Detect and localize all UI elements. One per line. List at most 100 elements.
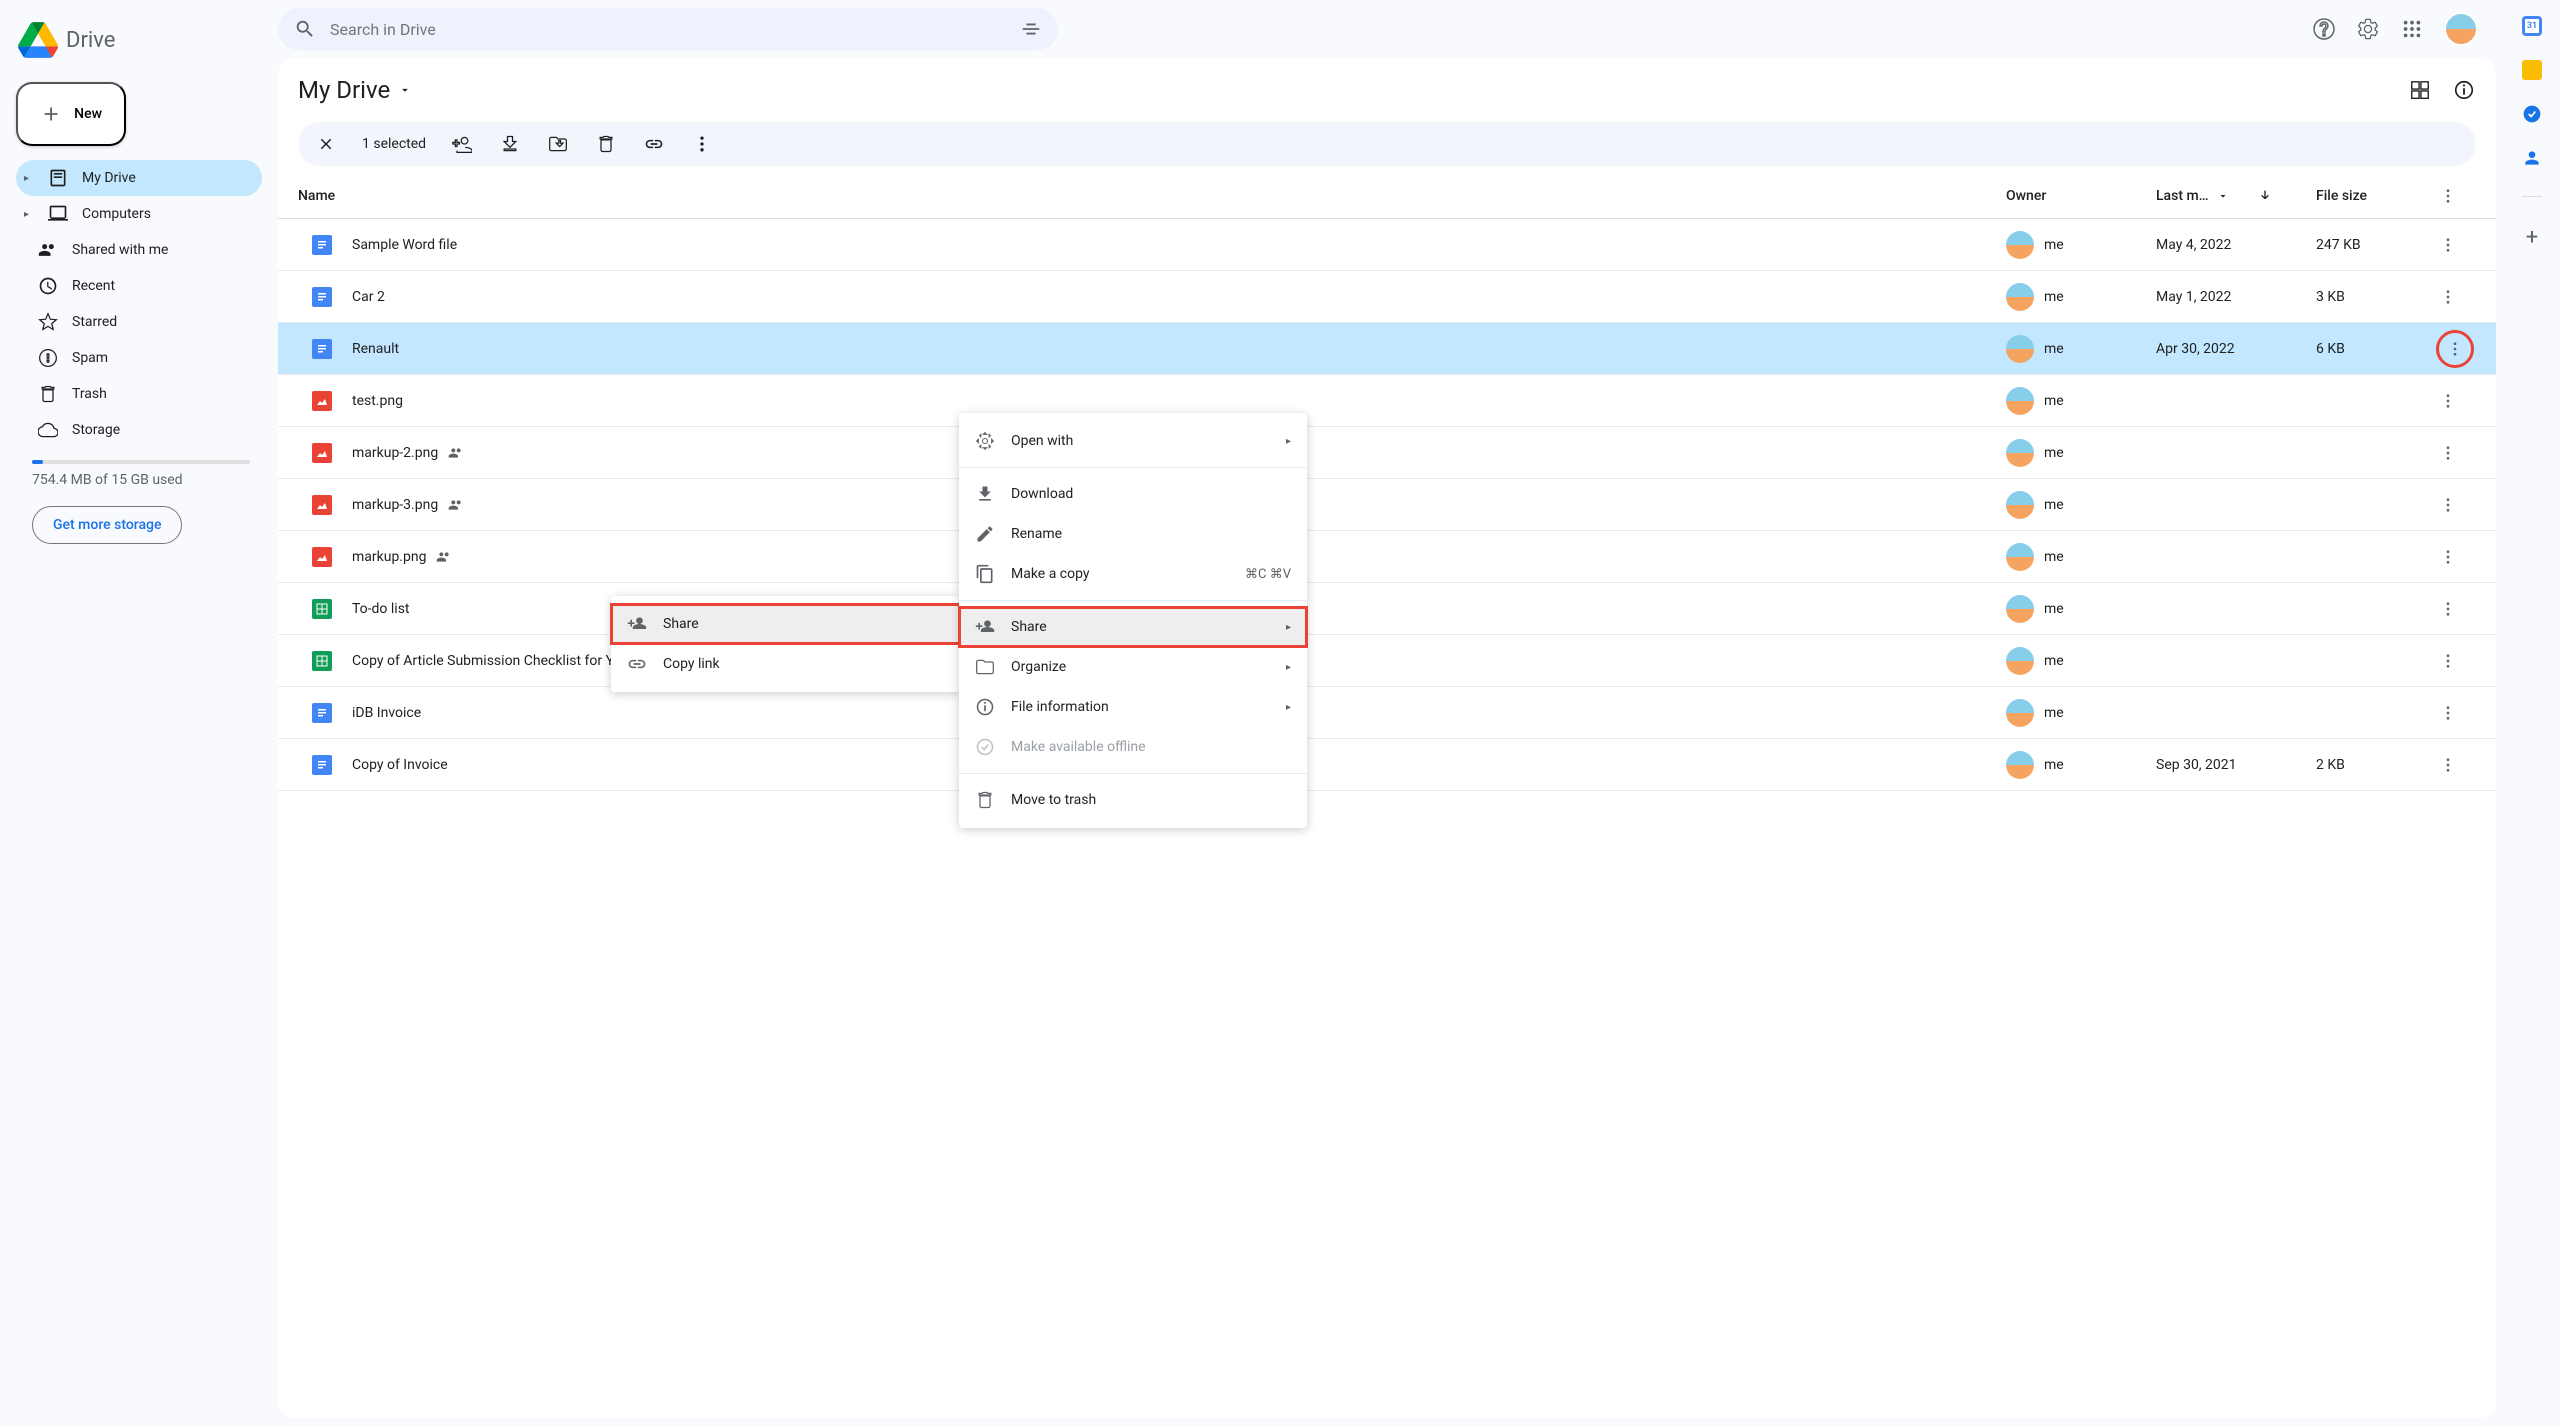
keep-app-icon[interactable] bbox=[2522, 60, 2542, 80]
file-row[interactable]: test.pngme bbox=[278, 375, 2496, 427]
submenu-copy-link[interactable]: Copy link bbox=[611, 644, 961, 684]
file-modified: Apr 30, 2022 bbox=[2156, 341, 2316, 357]
more-actions-icon[interactable] bbox=[690, 132, 714, 156]
calendar-app-icon[interactable]: 31 bbox=[2522, 16, 2542, 36]
file-more-icon[interactable] bbox=[2436, 330, 2474, 368]
file-row[interactable]: markup-3.pngme bbox=[278, 479, 2496, 531]
file-row[interactable]: Car 2meMay 1, 20223 KB bbox=[278, 271, 2496, 323]
info-icon bbox=[975, 697, 995, 717]
link-icon bbox=[627, 654, 647, 674]
file-name: iDB Invoice bbox=[352, 705, 421, 721]
owner-avatar bbox=[2006, 439, 2034, 467]
file-more-icon[interactable] bbox=[2436, 493, 2460, 517]
nav-storage[interactable]: Storage bbox=[16, 412, 262, 448]
menu-share[interactable]: Share ▸ bbox=[959, 607, 1307, 647]
my-drive-icon bbox=[48, 168, 68, 188]
delete-action-icon[interactable] bbox=[594, 132, 618, 156]
menu-offline: Make available offline bbox=[959, 727, 1307, 767]
apps-grid-icon[interactable] bbox=[2400, 17, 2424, 41]
tasks-app-icon[interactable] bbox=[2522, 104, 2542, 124]
menu-move-to-trash[interactable]: Move to trash bbox=[959, 780, 1307, 820]
drive-logo[interactable]: Drive bbox=[0, 8, 278, 72]
search-bar[interactable] bbox=[278, 8, 1058, 50]
file-more-icon[interactable] bbox=[2436, 701, 2460, 725]
nav-spam[interactable]: Spam bbox=[16, 340, 262, 376]
selection-count: 1 selected bbox=[362, 136, 426, 152]
owner-label: me bbox=[2044, 601, 2064, 617]
nav-computers[interactable]: ▸ Computers bbox=[16, 196, 262, 232]
offline-icon bbox=[975, 737, 995, 757]
trash-icon bbox=[975, 790, 995, 810]
file-more-icon[interactable] bbox=[2436, 597, 2460, 621]
owner-avatar bbox=[2006, 543, 2034, 571]
nav-trash[interactable]: Trash bbox=[16, 376, 262, 412]
share-submenu: Share Copy link bbox=[611, 596, 961, 692]
owner-label: me bbox=[2044, 757, 2064, 773]
column-owner[interactable]: Owner bbox=[2006, 188, 2156, 204]
layout-toggle-icon[interactable] bbox=[2408, 78, 2432, 102]
search-options-icon[interactable] bbox=[1020, 18, 1042, 40]
account-avatar[interactable] bbox=[2444, 12, 2478, 46]
menu-organize[interactable]: Organize ▸ bbox=[959, 647, 1307, 687]
file-name: markup-2.png bbox=[352, 445, 438, 461]
arrow-down-icon[interactable] bbox=[2257, 188, 2273, 204]
get-more-storage-button[interactable]: Get more storage bbox=[32, 506, 182, 544]
column-modified[interactable]: Last m… bbox=[2156, 188, 2316, 204]
file-row[interactable]: iDB Invoiceme bbox=[278, 687, 2496, 739]
share-action-icon[interactable] bbox=[450, 132, 474, 156]
person-add-icon bbox=[627, 614, 647, 634]
file-more-icon[interactable] bbox=[2436, 285, 2460, 309]
owner-label: me bbox=[2044, 237, 2064, 253]
file-row[interactable]: Sample Word filemeMay 4, 2022247 KB bbox=[278, 219, 2496, 271]
nav-shared[interactable]: Shared with me bbox=[16, 232, 262, 268]
file-row[interactable]: markup.pngme bbox=[278, 531, 2496, 583]
column-size[interactable]: File size bbox=[2316, 188, 2436, 204]
file-row[interactable]: RenaultmeApr 30, 20226 KB bbox=[278, 323, 2496, 375]
file-more-icon[interactable] bbox=[2436, 389, 2460, 413]
download-action-icon[interactable] bbox=[498, 132, 522, 156]
chevron-right-icon: ▸ bbox=[1286, 702, 1291, 713]
file-more-icon[interactable] bbox=[2436, 545, 2460, 569]
nav-my-drive[interactable]: ▸ My Drive bbox=[16, 160, 262, 196]
file-more-icon[interactable] bbox=[2436, 441, 2460, 465]
breadcrumb[interactable]: My Drive bbox=[298, 76, 412, 104]
add-app-icon[interactable]: + bbox=[2526, 225, 2538, 250]
menu-rename[interactable]: Rename bbox=[959, 514, 1307, 554]
link-action-icon[interactable] bbox=[642, 132, 666, 156]
menu-open-with[interactable]: Open with ▸ bbox=[959, 421, 1307, 461]
file-modified: Sep 30, 2021 bbox=[2156, 757, 2316, 773]
contacts-app-icon[interactable] bbox=[2522, 148, 2542, 168]
settings-gear-icon[interactable] bbox=[2356, 17, 2380, 41]
file-more-icon[interactable] bbox=[2436, 649, 2460, 673]
owner-avatar bbox=[2006, 647, 2034, 675]
menu-download[interactable]: Download bbox=[959, 474, 1307, 514]
edit-icon bbox=[975, 524, 995, 544]
nav-recent[interactable]: Recent bbox=[16, 268, 262, 304]
file-row[interactable]: Copy of InvoicemeSep 30, 20212 KB bbox=[278, 739, 2496, 791]
storage-bar bbox=[32, 460, 250, 464]
submenu-share[interactable]: Share bbox=[611, 604, 961, 644]
column-menu-icon[interactable] bbox=[2436, 184, 2460, 208]
file-more-icon[interactable] bbox=[2436, 233, 2460, 257]
nav-starred[interactable]: Starred bbox=[16, 304, 262, 340]
menu-make-copy[interactable]: Make a copy ⌘C ⌘V bbox=[959, 554, 1307, 594]
cloud-icon bbox=[38, 420, 58, 440]
search-input[interactable] bbox=[316, 20, 1020, 39]
file-name: Copy of Invoice bbox=[352, 757, 448, 773]
owner-label: me bbox=[2044, 289, 2064, 305]
column-name[interactable]: Name bbox=[298, 188, 2006, 204]
file-row[interactable]: markup-2.pngme bbox=[278, 427, 2496, 479]
file-name: test.png bbox=[352, 393, 403, 409]
menu-file-info[interactable]: File information ▸ bbox=[959, 687, 1307, 727]
new-button[interactable]: New bbox=[16, 82, 126, 146]
copy-icon bbox=[975, 564, 995, 584]
shared-icon bbox=[448, 497, 464, 513]
move-action-icon[interactable] bbox=[546, 132, 570, 156]
file-name: Renault bbox=[352, 341, 399, 357]
close-selection-icon[interactable] bbox=[314, 132, 338, 156]
help-icon[interactable] bbox=[2312, 17, 2336, 41]
right-side-panel: 31 + bbox=[2504, 0, 2560, 1426]
owner-avatar bbox=[2006, 491, 2034, 519]
info-icon[interactable] bbox=[2452, 78, 2476, 102]
file-more-icon[interactable] bbox=[2436, 753, 2460, 777]
